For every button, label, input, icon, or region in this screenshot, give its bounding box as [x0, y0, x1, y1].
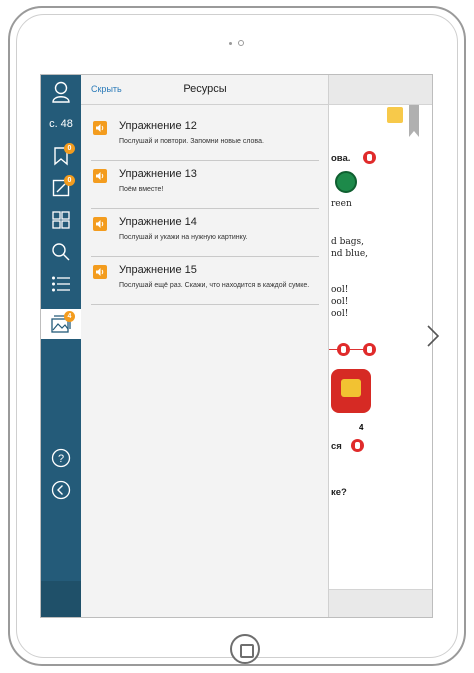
resource-item[interactable]: Упражнение 13 Поём вместе!	[91, 161, 319, 209]
resources-panel: Скрыть Ресурсы Упражнение 12 Послушай и …	[81, 75, 329, 617]
notes-badge: 0	[64, 175, 75, 186]
speaker-icon	[93, 265, 107, 279]
back-button[interactable]	[41, 475, 81, 505]
page-number: с. 48	[41, 109, 81, 139]
resource-item[interactable]: Упражнение 14 Послушай и укажи на нужную…	[91, 209, 319, 257]
help-icon: ?	[51, 448, 71, 468]
home-button[interactable]	[230, 634, 260, 664]
page-bookmark-icon[interactable]	[409, 105, 419, 137]
book-text: ся	[331, 441, 342, 452]
speaker-icon	[93, 217, 107, 231]
picture-number: 4	[359, 423, 364, 432]
search-button[interactable]	[41, 237, 81, 267]
camera-dot	[229, 42, 232, 45]
resource-item[interactable]: Упражнение 12 Послушай и повтори. Запомн…	[91, 113, 319, 161]
speaker-icon[interactable]	[387, 107, 403, 123]
book-text: ова.	[331, 153, 351, 164]
chevron-right-icon	[427, 325, 440, 347]
sidebar-footer	[41, 581, 81, 617]
resource-title: Упражнение 12	[119, 120, 197, 132]
ball-illustration	[335, 171, 357, 193]
resource-title: Упражнение 14	[119, 216, 197, 228]
resource-title: Упражнение 15	[119, 264, 197, 276]
contents-button[interactable]	[41, 269, 81, 299]
speaker-icon	[93, 169, 107, 183]
speaker-icon	[93, 121, 107, 135]
book-text: ке?	[331, 487, 347, 498]
app-screen: с. 48 0 0 4 ? ова. reen d bags, nd blue,…	[40, 74, 433, 618]
audio-marker-icon[interactable]	[363, 343, 376, 356]
book-text: ool!	[331, 309, 349, 319]
svg-text:?: ?	[58, 453, 64, 465]
book-text: ool!	[331, 297, 349, 307]
resource-description: Послушай и укажи на нужную картинку.	[119, 234, 248, 241]
thumbnails-button[interactable]	[41, 205, 81, 235]
book-top-bar	[329, 75, 432, 105]
user-icon	[52, 81, 70, 103]
resource-description: Поём вместе!	[119, 186, 164, 193]
grid-icon	[52, 211, 70, 229]
book-page: ова. reen d bags, nd blue, ool! ool! ool…	[329, 75, 432, 617]
resource-description: Послушай и повтори. Запомни новые слова.	[119, 138, 264, 145]
contents-icon	[52, 276, 70, 292]
sidebar: с. 48 0 0 4 ?	[41, 75, 81, 617]
resource-item[interactable]: Упражнение 15 Послушай ещё раз. Скажи, ч…	[91, 257, 319, 305]
resources-badge: 4	[64, 311, 75, 322]
book-text: d bags,	[331, 237, 364, 247]
panel-title: Ресурсы	[183, 83, 227, 95]
page-number-label: с. 48	[49, 118, 73, 130]
bookmarks-badge: 0	[64, 143, 75, 154]
audio-marker-icon[interactable]	[363, 151, 376, 164]
book-bottom-bar	[329, 589, 432, 617]
bag-illustration	[331, 369, 371, 413]
resources-button[interactable]: 4	[41, 309, 81, 339]
book-text: ool!	[331, 285, 349, 295]
help-button[interactable]: ?	[41, 443, 81, 473]
camera-icon	[238, 40, 244, 46]
panel-header: Скрыть Ресурсы	[81, 75, 329, 105]
notes-button[interactable]: 0	[41, 173, 81, 203]
back-icon	[51, 480, 71, 500]
audio-marker-icon[interactable]	[351, 439, 364, 452]
next-page-button[interactable]	[426, 324, 440, 348]
bookmarks-button[interactable]: 0	[41, 141, 81, 171]
book-text: nd blue,	[331, 249, 369, 259]
book-text: reen	[331, 199, 352, 209]
resource-title: Упражнение 13	[119, 168, 197, 180]
audio-marker-icon[interactable]	[337, 343, 350, 356]
resource-description: Послушай ещё раз. Скажи, что находится в…	[119, 282, 310, 289]
search-icon	[52, 243, 70, 261]
profile-button[interactable]	[41, 77, 81, 107]
